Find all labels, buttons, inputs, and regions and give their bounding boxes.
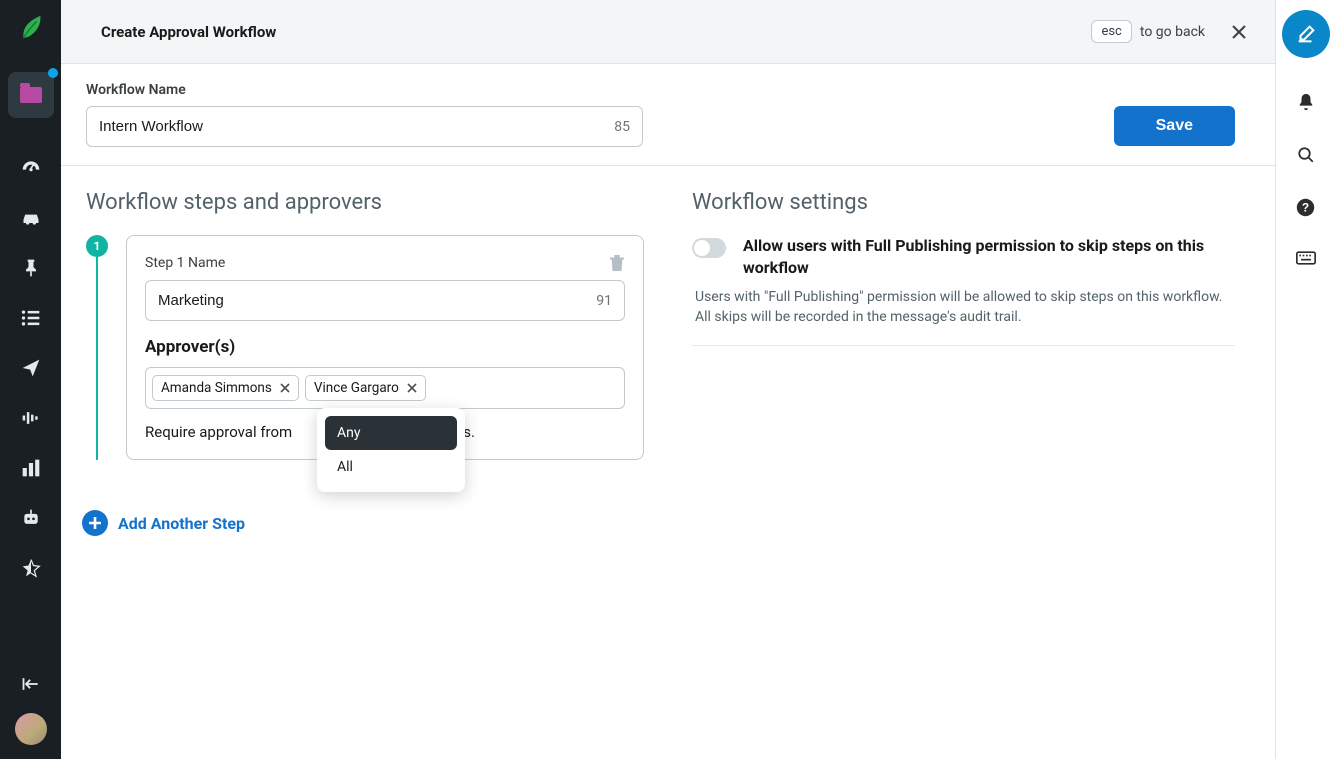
approvers-label: Approver(s) bbox=[145, 337, 625, 357]
remove-approver-icon[interactable] bbox=[280, 383, 290, 393]
panel-title: Create Approval Workflow bbox=[101, 23, 276, 41]
esc-key-badge: esc bbox=[1091, 20, 1131, 43]
step-number-badge: 1 bbox=[86, 235, 108, 257]
plus-circle-icon bbox=[82, 510, 108, 536]
require-dropdown[interactable]: Any All bbox=[317, 408, 465, 492]
skip-setting-row: Allow users with Full Publishing permiss… bbox=[692, 235, 1235, 346]
save-button[interactable]: Save bbox=[1114, 106, 1235, 146]
workflow-name-input-wrap: 85 bbox=[86, 106, 643, 147]
user-avatar[interactable] bbox=[15, 713, 47, 745]
add-step-label: Add Another Step bbox=[118, 514, 245, 533]
approver-chip-name: Amanda Simmons bbox=[161, 380, 272, 396]
workflow-name-group: Workflow Name 85 bbox=[86, 82, 1090, 147]
bar-chart-icon[interactable] bbox=[21, 458, 41, 478]
workflow-name-label: Workflow Name bbox=[86, 82, 1090, 98]
add-step-button[interactable]: Add Another Step bbox=[82, 510, 644, 536]
dropdown-option-all[interactable]: All bbox=[325, 450, 457, 484]
step-name-input-wrap: 91 bbox=[145, 280, 625, 321]
bell-icon[interactable] bbox=[1297, 92, 1315, 112]
approver-chip: Amanda Simmons bbox=[152, 375, 299, 401]
skip-setting-title: Allow users with Full Publishing permiss… bbox=[743, 235, 1235, 278]
pin-icon[interactable] bbox=[21, 258, 41, 278]
delete-step-button[interactable] bbox=[609, 254, 625, 272]
right-rail: ? bbox=[1275, 0, 1335, 759]
star-half-icon[interactable] bbox=[21, 558, 41, 578]
dropdown-option-any[interactable]: Any bbox=[325, 416, 457, 450]
send-icon[interactable] bbox=[21, 358, 41, 378]
help-icon[interactable]: ? bbox=[1296, 198, 1315, 217]
workflow-name-counter: 85 bbox=[614, 119, 642, 135]
sprout-logo-icon bbox=[16, 12, 46, 42]
esc-helper-text: to go back bbox=[1140, 24, 1205, 40]
skip-setting-desc: Users with "Full Publishing" permission … bbox=[695, 288, 1235, 327]
top-form-row: Workflow Name 85 Save bbox=[61, 64, 1275, 166]
nav-folder-button[interactable] bbox=[8, 72, 54, 118]
bot-icon[interactable] bbox=[21, 508, 41, 528]
approver-chip-name: Vince Gargaro bbox=[314, 380, 399, 396]
list-icon[interactable] bbox=[21, 308, 41, 328]
step-connector-line bbox=[96, 257, 98, 460]
keyboard-icon[interactable] bbox=[1296, 251, 1316, 265]
settings-section-title: Workflow settings bbox=[692, 190, 1235, 215]
steps-section-title: Workflow steps and approvers bbox=[86, 190, 644, 215]
step-name-input[interactable] bbox=[146, 281, 596, 320]
gauge-icon[interactable] bbox=[21, 158, 41, 178]
approver-chip: Vince Gargaro bbox=[305, 375, 426, 401]
notification-dot bbox=[48, 68, 58, 78]
left-nav-rail bbox=[0, 0, 61, 759]
step-rail: 1 bbox=[86, 235, 108, 460]
skip-toggle[interactable] bbox=[692, 238, 726, 258]
step-name-label: Step 1 Name bbox=[145, 255, 225, 271]
folder-icon bbox=[20, 87, 42, 103]
require-prefix: Require approval from bbox=[145, 423, 292, 441]
car-icon[interactable] bbox=[21, 208, 41, 228]
workflow-name-input[interactable] bbox=[87, 107, 614, 146]
collapse-icon[interactable] bbox=[21, 675, 41, 693]
compose-button[interactable] bbox=[1282, 10, 1330, 58]
panel-header: Create Approval Workflow esc to go back bbox=[61, 0, 1275, 64]
step-name-counter: 91 bbox=[596, 293, 624, 309]
approval-workflow-panel: Create Approval Workflow esc to go back … bbox=[61, 0, 1275, 759]
remove-approver-icon[interactable] bbox=[407, 383, 417, 393]
audio-icon[interactable] bbox=[21, 408, 41, 428]
settings-column: Workflow settings Allow users with Full … bbox=[692, 190, 1235, 536]
svg-text:?: ? bbox=[1302, 200, 1309, 214]
close-button[interactable] bbox=[1227, 20, 1251, 44]
search-icon[interactable] bbox=[1297, 146, 1315, 164]
approvers-input[interactable]: Amanda Simmons Vince Gargaro bbox=[145, 367, 625, 409]
